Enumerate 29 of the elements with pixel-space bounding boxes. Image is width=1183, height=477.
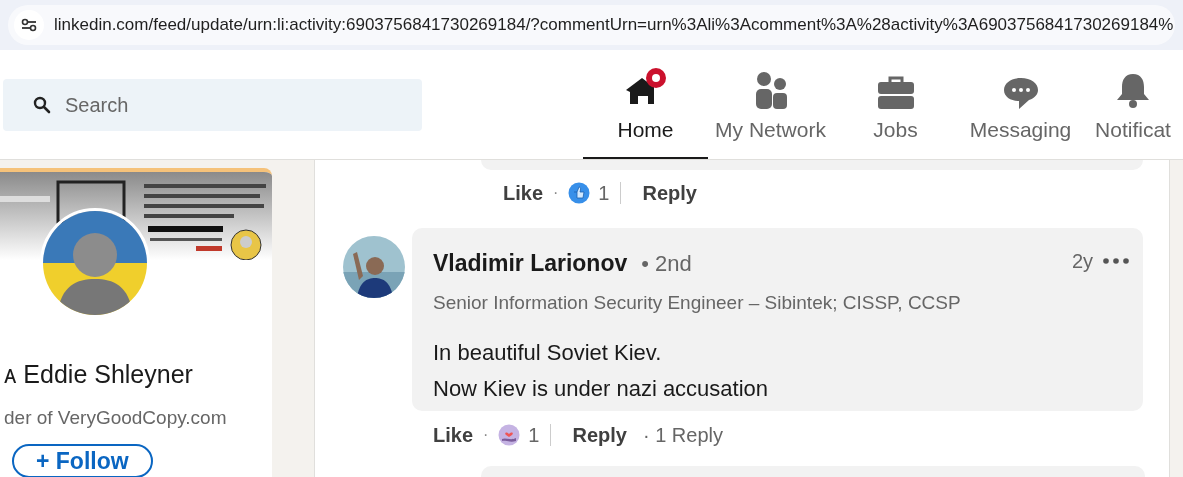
thumbs-up-icon <box>568 182 591 204</box>
comment-text: In beautiful Soviet Kiev. <box>433 339 663 367</box>
timestamp: 2y <box>1071 249 1093 274</box>
nav-tab[interactable]: Messaging <box>958 62 1083 159</box>
replies-link[interactable]: · 1 Reply <box>642 420 723 450</box>
reply-button[interactable]: Reply <box>572 420 627 450</box>
profile-name[interactable]: ᴀ Eddie Shleyner <box>4 356 272 394</box>
nav-tab[interactable]: Notificat <box>1083 62 1183 159</box>
reaction-count[interactable]: 1 <box>598 178 610 208</box>
heart-hand-icon <box>498 424 521 446</box>
author-name[interactable]: Vladimir Larionov <box>433 246 628 281</box>
profile-headline: der of VeryGoodCopy.com <box>4 405 228 430</box>
separator-dot: · <box>553 183 559 203</box>
comment-text: Now Kiev is under nazi accusation <box>433 375 770 403</box>
reply-button[interactable]: Reply <box>642 178 697 208</box>
author-headline: Senior Information Security Engineer – Sibintek; CISSP, CCSP <box>433 290 962 315</box>
search-field[interactable]: Search <box>3 79 422 131</box>
site-settings-icon[interactable] <box>14 10 44 40</box>
avatar[interactable] <box>40 208 150 318</box>
reaction-count[interactable]: 1 <box>528 420 540 450</box>
separator-dot: · <box>483 425 489 445</box>
more-icon[interactable] <box>1103 258 1129 264</box>
connection-degree: • 2nd <box>641 250 692 278</box>
nav-tab[interactable]: My Network <box>708 62 833 159</box>
follow-button[interactable]: + Follow <box>12 444 153 477</box>
like-button[interactable]: Like <box>503 178 544 208</box>
search-icon <box>33 96 51 114</box>
nav-tab[interactable]: Jobs <box>833 62 958 159</box>
like-button[interactable]: Like <box>433 420 474 450</box>
